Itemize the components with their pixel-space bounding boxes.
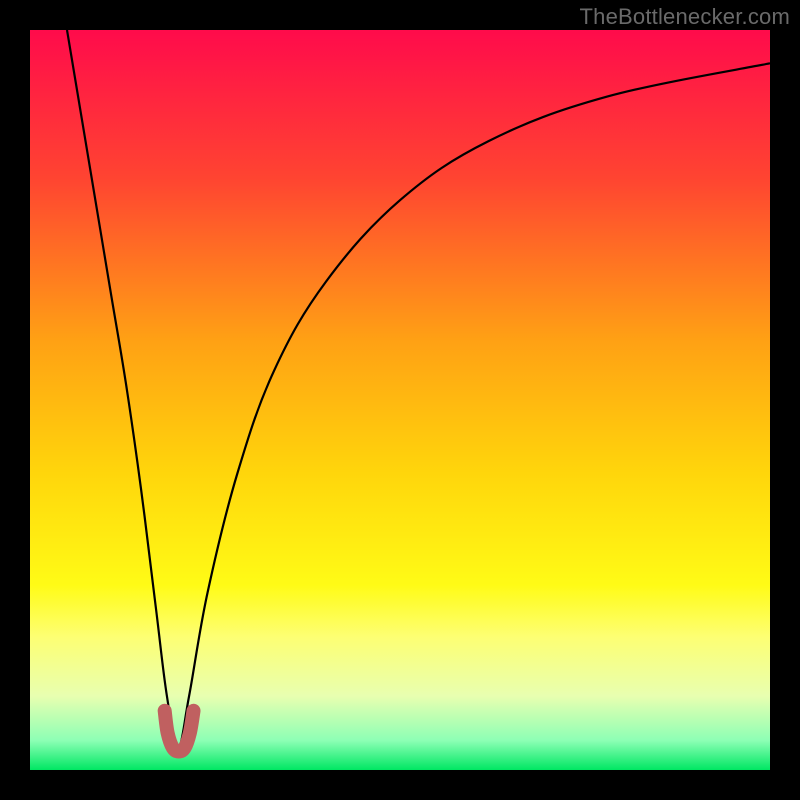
chart-frame: TheBottlenecker.com — [0, 0, 800, 800]
bottleneck-chart — [30, 30, 770, 770]
gradient-background — [30, 30, 770, 770]
plot-area — [30, 30, 770, 770]
attribution-label: TheBottlenecker.com — [580, 4, 790, 30]
